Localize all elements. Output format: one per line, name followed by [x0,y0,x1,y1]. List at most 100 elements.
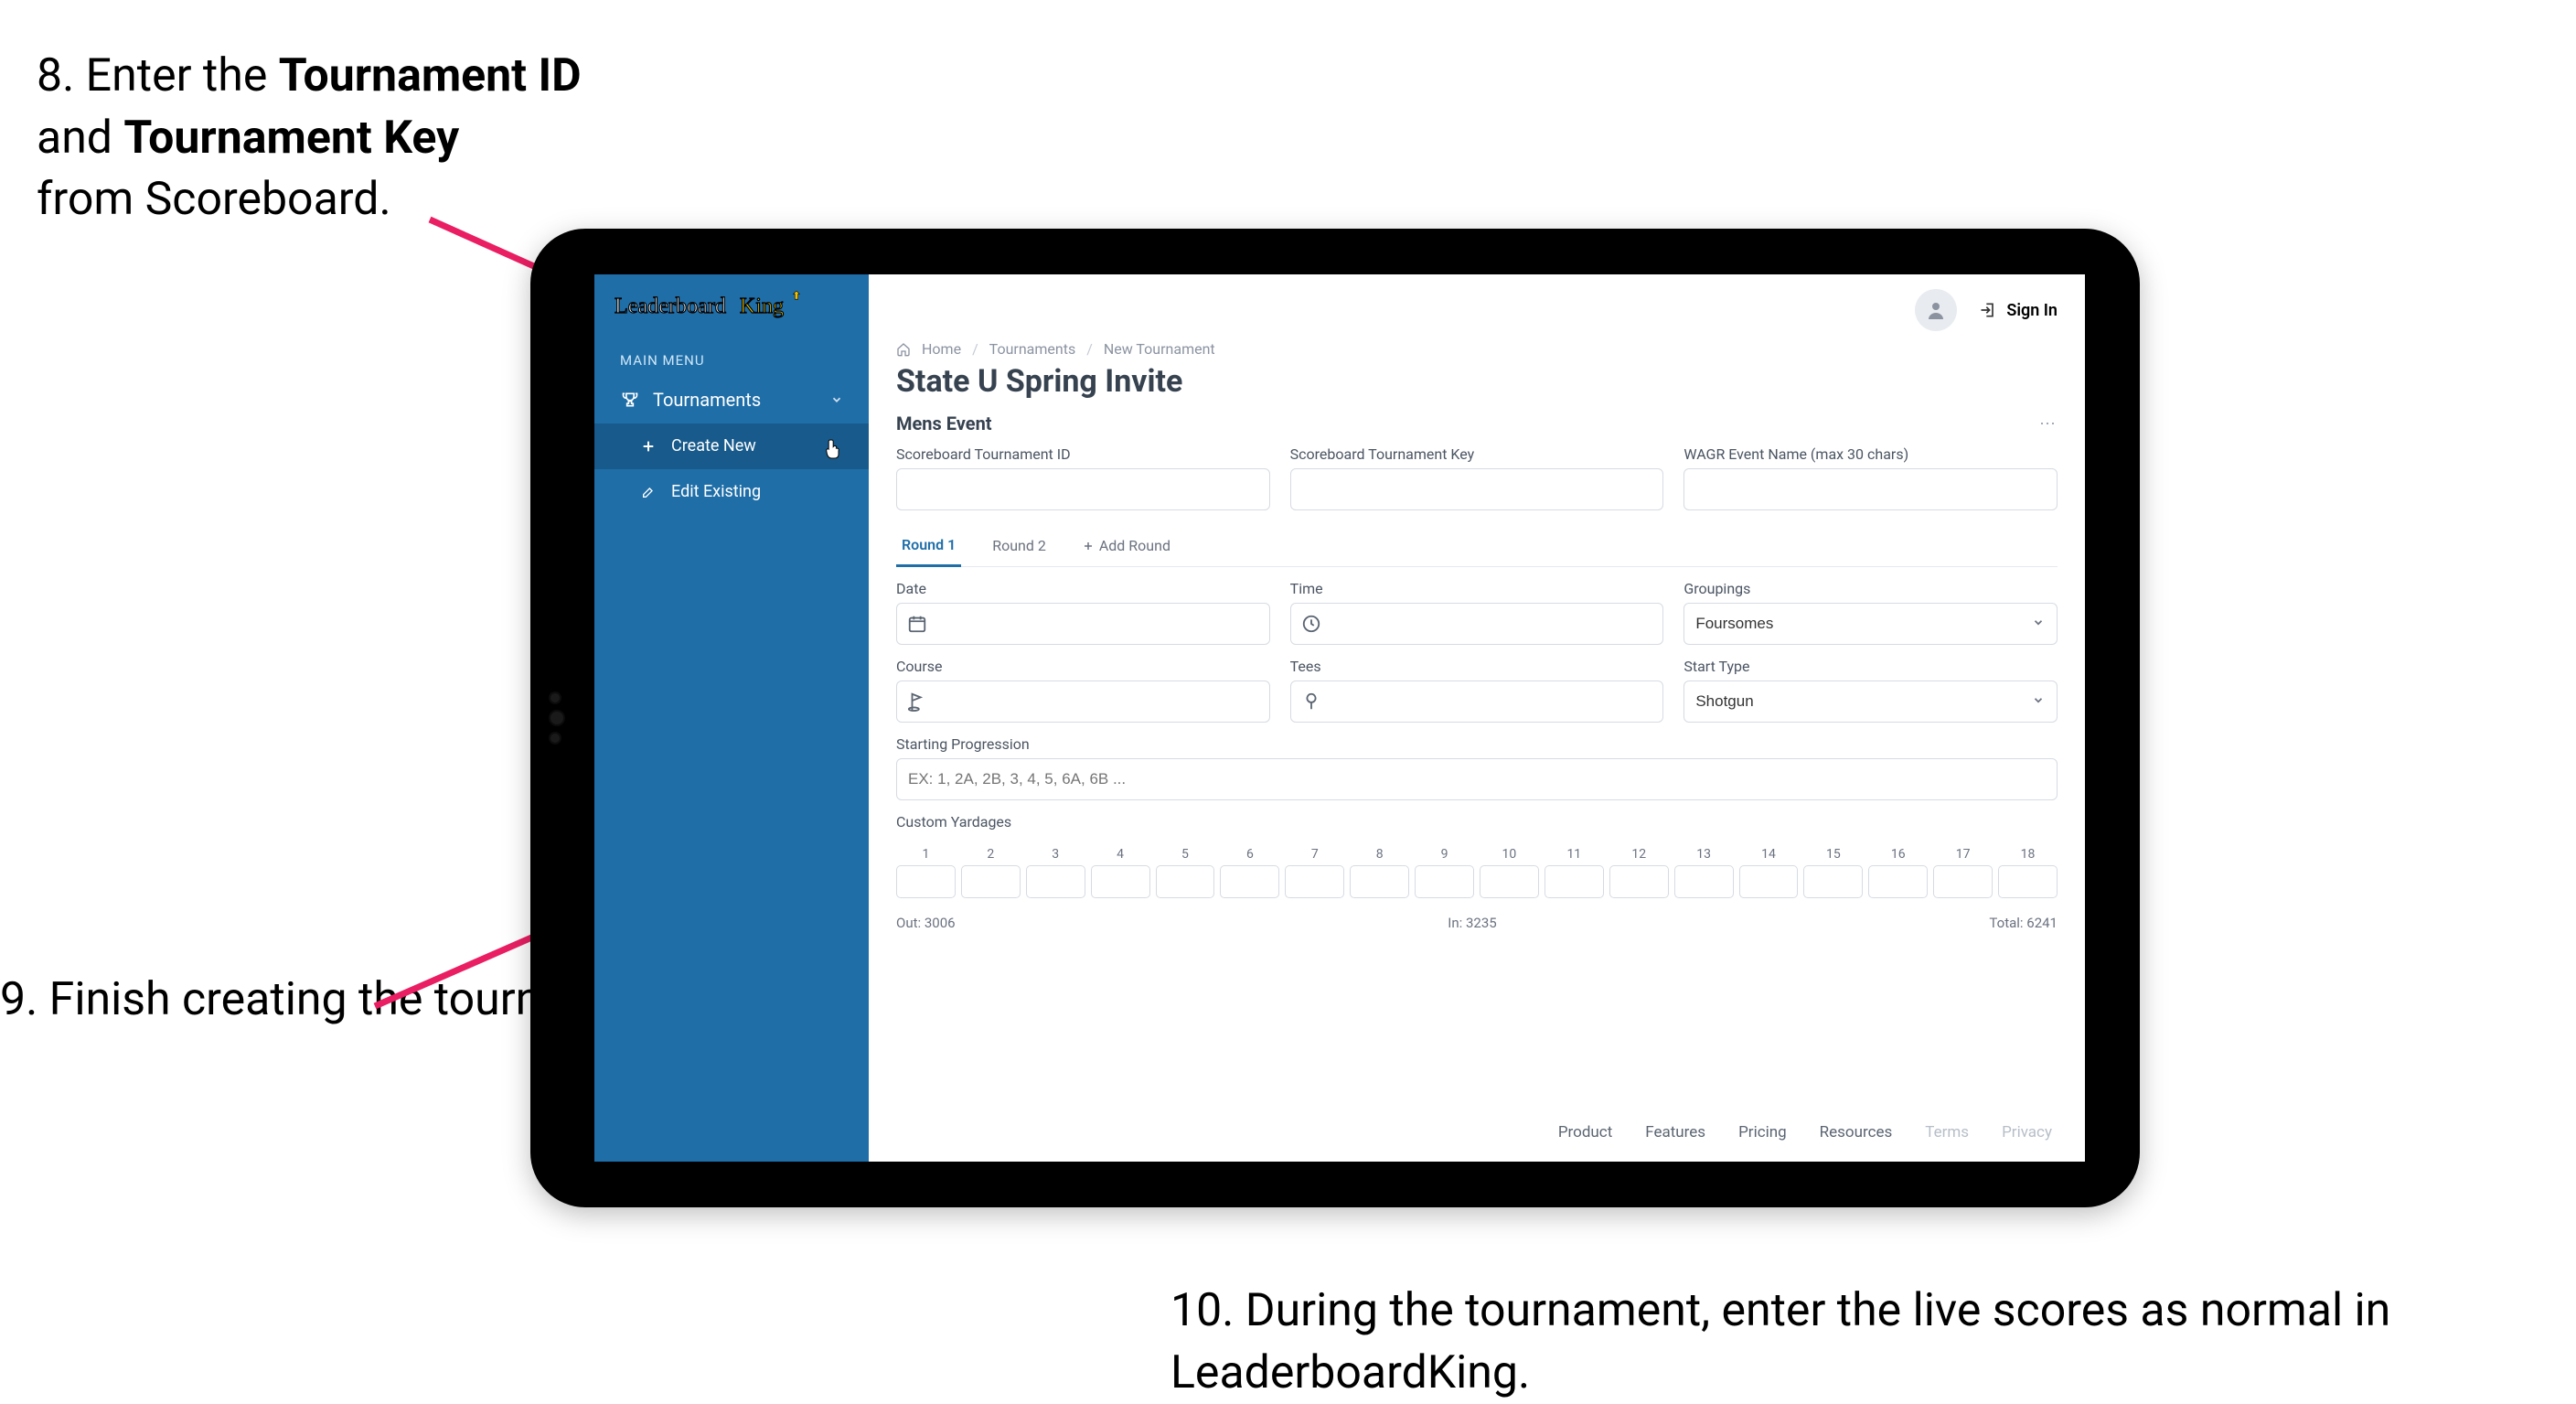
camera-dots [550,693,563,743]
footer-link-resources[interactable]: Resources [1820,1123,1893,1141]
hole-number: 6 [1246,847,1254,862]
hole-8: 8 [1350,847,1409,898]
main-content: Sign In Home / Tournaments / New Tournam… [869,274,2085,1162]
hole-3: 3 [1026,847,1085,898]
hole-18: 18 [1998,847,2058,898]
crumb-home[interactable]: Home [922,340,961,358]
home-icon [896,342,911,357]
plus-icon [1083,541,1094,552]
yardage-input-13[interactable] [1674,865,1734,898]
sidebar: Leaderboard King MAIN MENU Tournaments [594,274,869,1162]
in-total: In: 3235 [1448,915,1496,931]
sign-in-label: Sign In [2006,301,2058,320]
sidebar-item-label: Edit Existing [671,482,761,501]
page-title: State U Spring Invite [869,358,2085,407]
footer-link-privacy[interactable]: Privacy [2002,1123,2052,1141]
hole-2: 2 [961,847,1021,898]
yardage-input-8[interactable] [1350,865,1409,898]
yardage-input-2[interactable] [961,865,1021,898]
label-start-type: Start Type [1683,658,2058,675]
step-8-caption: 8. Enter the Tournament ID and Tournamen… [37,46,582,231]
sidebar-item-edit-existing[interactable]: Edit Existing [594,469,869,515]
event-more-icon[interactable]: ⋯ [2039,414,2058,434]
chevron-down-icon [2032,693,2045,711]
starting-progression-input[interactable] [896,758,2058,800]
hole-number: 11 [1566,847,1581,862]
plus-icon [638,436,658,456]
signin-icon [1979,301,1997,319]
start-type-select[interactable] [1683,681,2058,723]
hole-11: 11 [1545,847,1604,898]
scoreboard-tournament-key-input[interactable] [1290,468,1664,510]
tab-round2[interactable]: Round 2 [987,528,1052,565]
hole-10: 10 [1480,847,1539,898]
label-starting-progression: Starting Progression [896,735,2058,753]
groupings-select[interactable] [1683,603,2058,645]
label-date: Date [896,580,1270,597]
hole-4: 4 [1091,847,1150,898]
yardage-input-18[interactable] [1998,865,2058,898]
scoreboard-tournament-id-input[interactable] [896,468,1270,510]
sidebar-item-tournaments[interactable]: Tournaments [594,376,869,423]
avatar[interactable] [1915,289,1957,331]
hole-number: 18 [2021,847,2036,862]
hole-9: 9 [1415,847,1474,898]
calendar-icon [907,614,927,634]
tab-round1[interactable]: Round 1 [896,527,961,567]
hole-number: 8 [1376,847,1384,862]
yardage-input-10[interactable] [1480,865,1539,898]
hole-1: 1 [896,847,956,898]
breadcrumb: Home / Tournaments / New Tournament [869,331,2085,358]
wagr-event-name-input[interactable] [1683,468,2058,510]
yardage-input-9[interactable] [1415,865,1474,898]
yardage-input-3[interactable] [1026,865,1085,898]
hole-number: 17 [1956,847,1971,862]
hole-5: 5 [1156,847,1215,898]
yardage-input-11[interactable] [1545,865,1604,898]
out-total: Out: 3006 [896,915,956,931]
footer-link-terms[interactable]: Terms [1925,1123,1969,1141]
leaderboardking-logo: Leaderboard King [615,291,825,323]
hole-number: 2 [987,847,994,862]
edit-icon [638,482,658,502]
topbar: Sign In [869,274,2085,331]
yardage-input-12[interactable] [1609,865,1669,898]
hole-number: 7 [1311,847,1319,862]
yardage-input-14[interactable] [1739,865,1799,898]
hole-13: 13 [1674,847,1734,898]
date-input[interactable] [896,603,1270,645]
app-screen: Leaderboard King MAIN MENU Tournaments [594,274,2085,1162]
clock-icon [1301,614,1321,634]
footer-link-features[interactable]: Features [1645,1123,1705,1141]
chevron-down-icon [830,389,843,411]
footer-link-product[interactable]: Product [1558,1123,1612,1141]
round-tabs: Round 1 Round 2 Add Round [896,527,2058,567]
grand-total: Total: 6241 [1989,915,2058,931]
yardage-input-6[interactable] [1220,865,1279,898]
yardage-input-5[interactable] [1156,865,1215,898]
yardage-input-1[interactable] [896,865,956,898]
yardage-grid: 123456789101112131415161718 [896,847,2058,898]
footer-link-pricing[interactable]: Pricing [1738,1123,1787,1141]
svg-text:King: King [740,294,784,318]
tees-input[interactable] [1290,681,1664,723]
chevron-down-icon [2032,616,2045,633]
course-input[interactable] [896,681,1270,723]
flag-icon [907,691,927,712]
trophy-icon [620,390,640,410]
yardage-input-7[interactable] [1285,865,1344,898]
sidebar-item-create-new[interactable]: Create New [594,423,869,469]
tab-add-round[interactable]: Add Round [1077,528,1176,565]
yardage-input-15[interactable] [1803,865,1863,898]
yardage-input-17[interactable] [1933,865,1993,898]
yardage-input-16[interactable] [1868,865,1928,898]
yardage-input-4[interactable] [1091,865,1150,898]
hole-12: 12 [1609,847,1669,898]
label-wagr: WAGR Event Name (max 30 chars) [1683,445,2058,463]
sign-in-button[interactable]: Sign In [1979,301,2058,320]
label-time: Time [1290,580,1664,597]
crumb-tournaments[interactable]: Tournaments [989,340,1076,358]
time-input[interactable] [1290,603,1664,645]
label-custom-yardages: Custom Yardages [896,813,2058,831]
hole-number: 10 [1502,847,1517,862]
